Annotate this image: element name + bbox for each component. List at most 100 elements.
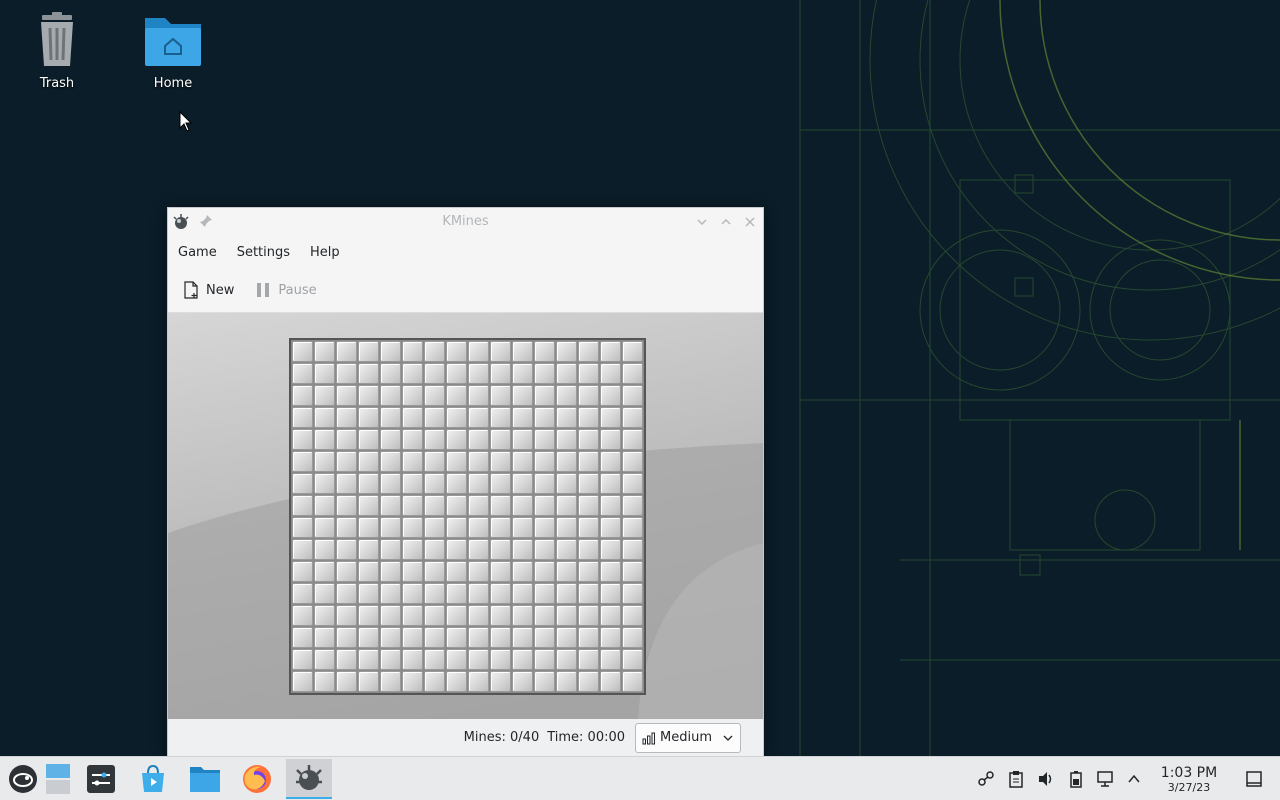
- mine-cell[interactable]: [556, 583, 577, 604]
- mine-cell[interactable]: [534, 407, 555, 428]
- mine-cell[interactable]: [600, 473, 621, 494]
- mine-cell[interactable]: [490, 517, 511, 538]
- mine-cell[interactable]: [468, 385, 489, 406]
- mine-cell[interactable]: [358, 561, 379, 582]
- mine-cell[interactable]: [622, 473, 643, 494]
- mine-cell[interactable]: [578, 605, 599, 626]
- mine-cell[interactable]: [446, 649, 467, 670]
- mine-cell[interactable]: [490, 363, 511, 384]
- mine-cell[interactable]: [512, 627, 533, 648]
- taskbar-firefox[interactable]: [234, 759, 280, 799]
- mine-cell[interactable]: [490, 539, 511, 560]
- mine-cell[interactable]: [358, 539, 379, 560]
- mine-cell[interactable]: [314, 385, 335, 406]
- mine-cell[interactable]: [534, 385, 555, 406]
- mine-cell[interactable]: [424, 583, 445, 604]
- mine-cell[interactable]: [424, 627, 445, 648]
- mine-cell[interactable]: [446, 627, 467, 648]
- mine-cell[interactable]: [380, 473, 401, 494]
- mine-cell[interactable]: [534, 539, 555, 560]
- mine-cell[interactable]: [402, 649, 423, 670]
- mine-cell[interactable]: [446, 341, 467, 362]
- mine-cell[interactable]: [600, 539, 621, 560]
- mine-cell[interactable]: [446, 495, 467, 516]
- mine-cell[interactable]: [336, 649, 357, 670]
- mine-cell[interactable]: [622, 671, 643, 692]
- mine-cell[interactable]: [292, 627, 313, 648]
- mine-cell[interactable]: [578, 627, 599, 648]
- mine-cell[interactable]: [556, 407, 577, 428]
- maximize-button[interactable]: [718, 214, 734, 230]
- mine-cell[interactable]: [578, 539, 599, 560]
- mine-cell[interactable]: [446, 583, 467, 604]
- mine-cell[interactable]: [402, 473, 423, 494]
- mine-cell[interactable]: [534, 451, 555, 472]
- mine-cell[interactable]: [358, 473, 379, 494]
- mine-cell[interactable]: [556, 363, 577, 384]
- mine-cell[interactable]: [490, 341, 511, 362]
- mine-cell[interactable]: [446, 605, 467, 626]
- mine-cell[interactable]: [292, 385, 313, 406]
- mine-cell[interactable]: [622, 583, 643, 604]
- mine-cell[interactable]: [468, 407, 489, 428]
- mine-cell[interactable]: [402, 605, 423, 626]
- tray-volume[interactable]: [1036, 769, 1056, 789]
- mine-cell[interactable]: [424, 363, 445, 384]
- mine-cell[interactable]: [578, 517, 599, 538]
- menu-game[interactable]: Game: [172, 241, 223, 264]
- mine-cell[interactable]: [358, 605, 379, 626]
- mine-cell[interactable]: [622, 561, 643, 582]
- mine-cell[interactable]: [578, 473, 599, 494]
- mine-cell[interactable]: [402, 341, 423, 362]
- mine-cell[interactable]: [512, 429, 533, 450]
- tray-show-hidden[interactable]: [1124, 769, 1144, 789]
- taskbar-dolphin[interactable]: [182, 759, 228, 799]
- mine-cell[interactable]: [512, 517, 533, 538]
- mine-cell[interactable]: [358, 363, 379, 384]
- mine-cell[interactable]: [578, 341, 599, 362]
- mine-cell[interactable]: [600, 385, 621, 406]
- minimize-button[interactable]: [694, 214, 710, 230]
- mine-cell[interactable]: [600, 341, 621, 362]
- mine-cell[interactable]: [556, 671, 577, 692]
- mine-cell[interactable]: [556, 561, 577, 582]
- mine-cell[interactable]: [314, 583, 335, 604]
- mine-cell[interactable]: [446, 539, 467, 560]
- mine-cell[interactable]: [622, 451, 643, 472]
- tray-network[interactable]: [1096, 769, 1116, 789]
- mine-cell[interactable]: [292, 561, 313, 582]
- mine-cell[interactable]: [490, 473, 511, 494]
- mine-cell[interactable]: [512, 539, 533, 560]
- mine-cell[interactable]: [578, 495, 599, 516]
- mine-cell[interactable]: [424, 429, 445, 450]
- mine-cell[interactable]: [622, 363, 643, 384]
- mine-cell[interactable]: [622, 407, 643, 428]
- mine-cell[interactable]: [468, 561, 489, 582]
- pause-button[interactable]: Pause: [254, 281, 317, 299]
- mine-cell[interactable]: [468, 495, 489, 516]
- mine-cell[interactable]: [600, 627, 621, 648]
- mine-cell[interactable]: [556, 341, 577, 362]
- mine-cell[interactable]: [578, 385, 599, 406]
- mine-cell[interactable]: [512, 451, 533, 472]
- mine-cell[interactable]: [490, 583, 511, 604]
- mine-cell[interactable]: [380, 671, 401, 692]
- mine-cell[interactable]: [446, 407, 467, 428]
- mine-cell[interactable]: [556, 451, 577, 472]
- mine-cell[interactable]: [512, 363, 533, 384]
- mine-cell[interactable]: [380, 341, 401, 362]
- mine-cell[interactable]: [314, 649, 335, 670]
- mine-cell[interactable]: [622, 627, 643, 648]
- mine-cell[interactable]: [292, 341, 313, 362]
- mine-cell[interactable]: [600, 561, 621, 582]
- mine-cell[interactable]: [468, 451, 489, 472]
- menu-help[interactable]: Help: [304, 241, 346, 264]
- mine-cell[interactable]: [446, 517, 467, 538]
- mine-cell[interactable]: [336, 385, 357, 406]
- difficulty-select[interactable]: Medium: [635, 722, 741, 753]
- mine-cell[interactable]: [424, 517, 445, 538]
- mine-cell[interactable]: [490, 627, 511, 648]
- taskbar-kmines[interactable]: [286, 759, 332, 799]
- mine-cell[interactable]: [336, 407, 357, 428]
- mine-cell[interactable]: [490, 671, 511, 692]
